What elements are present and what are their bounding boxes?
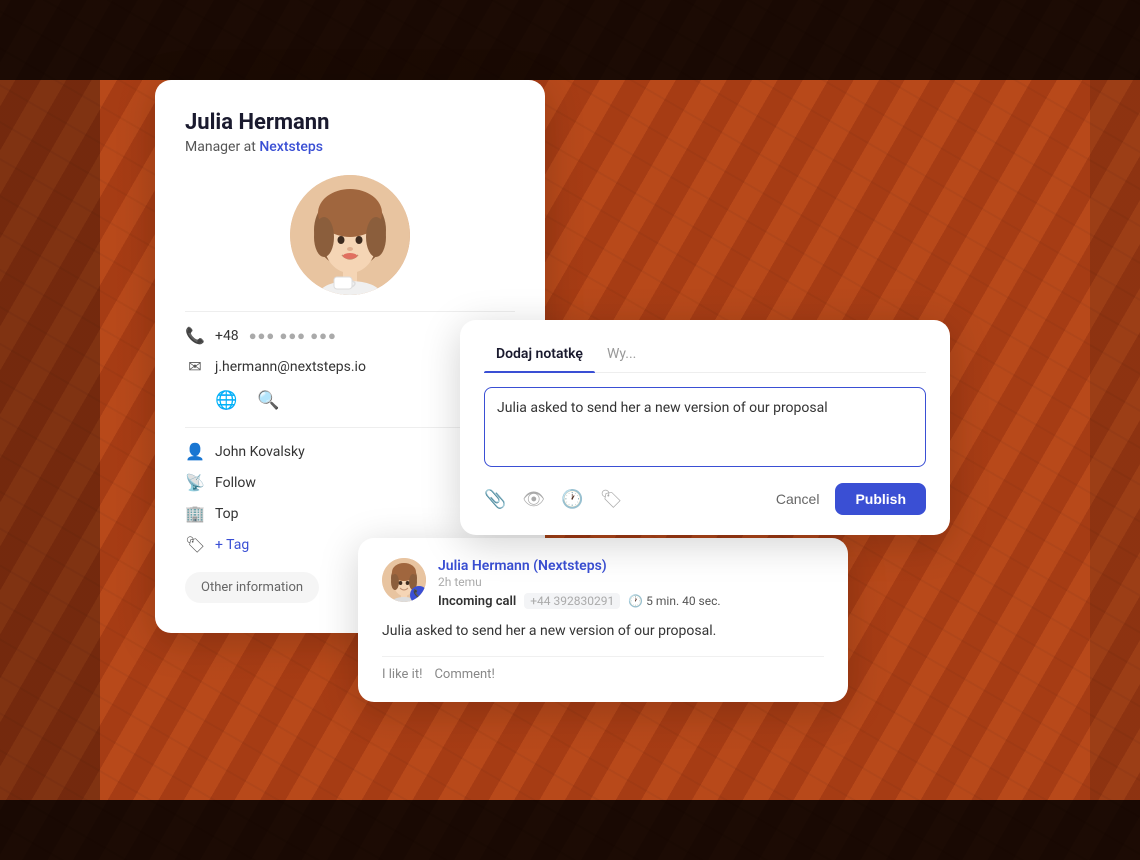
- activity-time: 2h temu: [438, 575, 824, 589]
- activity-card: 📞 Julia Hermann (Nextsteps) 2h temu Inco…: [358, 538, 848, 702]
- phone-icon: 📞: [185, 326, 205, 345]
- tab-wy[interactable]: Wy...: [595, 340, 648, 372]
- activity-author-name: Julia Hermann (Nextsteps): [438, 558, 824, 574]
- divider-1: [185, 311, 515, 312]
- search-icon[interactable]: 🔍: [257, 390, 279, 411]
- hierarchy-icon: 🏢: [185, 504, 205, 523]
- side-bar-left: [0, 80, 100, 800]
- follow-label: Follow: [215, 475, 256, 491]
- activity-avatar: 📞: [382, 558, 426, 602]
- email-icon: ✉: [185, 357, 205, 376]
- globe-icon[interactable]: 🌐: [215, 390, 237, 411]
- cancel-label: Cancel: [776, 491, 820, 507]
- company-link[interactable]: Nextsteps: [259, 139, 323, 155]
- activity-call-row: Incoming call +44 392830291 🕐 5 min. 40 …: [438, 593, 824, 609]
- other-info-button[interactable]: Other information: [185, 572, 319, 603]
- title-prefix: Manager at: [185, 139, 256, 155]
- call-duration: 🕐 5 min. 40 sec.: [628, 594, 720, 608]
- avatar-illustration: [290, 175, 410, 295]
- bottom-bar: [0, 800, 1140, 860]
- eye-icon[interactable]: 👁: [522, 489, 545, 510]
- publish-button[interactable]: Publish: [835, 483, 926, 515]
- note-card: Dodaj notatkę Wy... Julia asked to send …: [460, 320, 950, 535]
- tag-label: + Tag: [215, 537, 249, 553]
- label-icon[interactable]: 🏷: [600, 489, 623, 510]
- activity-info: Julia Hermann (Nextsteps) 2h temu Incomi…: [438, 558, 824, 609]
- tab-add-label: Dodaj notatkę: [496, 346, 583, 362]
- note-textarea[interactable]: Julia asked to send her a new version of…: [484, 387, 926, 467]
- activity-note-text: Julia asked to send her a new version of…: [382, 621, 824, 642]
- company-name: Nextsteps: [259, 139, 323, 155]
- top-label: Top: [215, 506, 239, 522]
- tabs-row: Dodaj notatkę Wy...: [484, 340, 926, 373]
- note-actions: 📎 👁 🕐 🏷 Cancel Publish: [484, 483, 926, 515]
- rss-icon: 📡: [185, 473, 205, 492]
- person-icon: 👤: [185, 442, 205, 461]
- profile-name: Julia Hermann: [185, 110, 515, 135]
- call-label: Incoming call: [438, 594, 516, 609]
- attachment-icon[interactable]: 📎: [484, 489, 506, 510]
- call-badge-icon: 📞: [410, 586, 426, 602]
- avatar: [290, 175, 410, 295]
- phone-number: ●●● ●●● ●●●: [249, 328, 337, 344]
- assigned-name: John Kovalsky: [215, 444, 305, 460]
- duration-clock-icon: 🕐: [628, 594, 643, 608]
- clock-icon[interactable]: 🕐: [561, 489, 583, 510]
- tag-icon: 🏷: [185, 535, 205, 554]
- tab-wy-label: Wy...: [607, 346, 636, 362]
- note-toolbar-icons: 📎 👁 🕐 🏷: [484, 489, 623, 510]
- call-number: +44 392830291: [524, 593, 620, 609]
- activity-header: 📞 Julia Hermann (Nextsteps) 2h temu Inco…: [382, 558, 824, 609]
- email-address: j.hermann@nextsteps.io: [215, 359, 366, 375]
- profile-title: Manager at Nextsteps: [185, 139, 515, 155]
- like-button[interactable]: I like it!: [382, 667, 422, 682]
- note-buttons: Cancel Publish: [768, 483, 926, 515]
- duration-value: 5 min. 40 sec.: [646, 594, 720, 608]
- activity-footer: I like it! Comment!: [382, 656, 824, 682]
- side-bar-right: [1090, 80, 1140, 800]
- top-bar: [0, 0, 1140, 80]
- other-info-label: Other information: [201, 580, 303, 595]
- tab-add-note[interactable]: Dodaj notatkę: [484, 340, 595, 372]
- publish-label: Publish: [855, 491, 906, 507]
- avatar-wrap: [185, 175, 515, 295]
- cancel-button[interactable]: Cancel: [768, 485, 828, 513]
- comment-button[interactable]: Comment!: [434, 667, 494, 682]
- phone-prefix: +48: [215, 328, 239, 344]
